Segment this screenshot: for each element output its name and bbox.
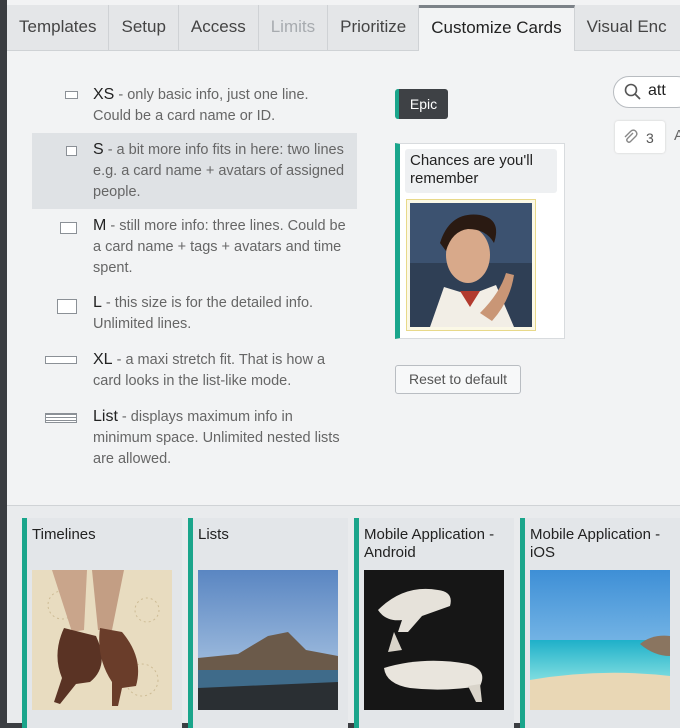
card-image — [32, 570, 172, 710]
card-image — [198, 570, 338, 710]
size-xl-icon — [45, 356, 77, 364]
size-xs-icon — [65, 91, 78, 99]
size-option-xl[interactable]: XL - a maxi stretch fit. That is how a c… — [32, 343, 357, 400]
board-card[interactable]: Mobile Application - Android — [354, 518, 514, 728]
size-code: M — [93, 217, 107, 234]
card-size-list: XS - only basic info, just one line. Cou… — [32, 78, 357, 476]
attachment-count-value: 3 — [646, 130, 654, 146]
tab-access[interactable]: Access — [179, 5, 259, 50]
size-list-icon — [45, 413, 77, 423]
preview-card[interactable]: Chances are you'll remember — [395, 143, 565, 339]
tab-prioritize[interactable]: Prioritize — [328, 5, 420, 50]
size-s-icon — [66, 146, 77, 156]
size-desc: - this size is for the detailed info. Un… — [93, 295, 314, 332]
tab-setup[interactable]: Setup — [109, 5, 179, 50]
card-title: Lists — [198, 526, 229, 543]
size-m-icon — [60, 222, 77, 234]
card-image — [364, 570, 504, 710]
card-title: Timelines — [32, 526, 96, 543]
preview-card-title: Chances are you'll remember — [405, 149, 557, 193]
size-desc: - a bit more info fits in here: two line… — [93, 142, 345, 200]
preview-card-image — [406, 199, 536, 331]
size-desc: - a maxi stretch fit. That is how a card… — [93, 352, 326, 389]
attachment-count[interactable]: 3 — [615, 121, 665, 153]
size-code: S — [93, 141, 104, 158]
size-option-l[interactable]: L - this size is for the detailed info. … — [32, 286, 357, 343]
size-option-s[interactable]: S - a bit more info fits in here: two li… — [32, 133, 357, 209]
left-sidebar-edge — [0, 0, 7, 723]
clipped-text: A — [674, 127, 680, 144]
epic-tag[interactable]: Epic — [395, 89, 448, 119]
size-code: XS — [93, 86, 115, 103]
size-desc: - still more info: three lines. Could be… — [93, 218, 346, 276]
card-title: Mobile Application - Android — [364, 526, 495, 561]
search-icon — [624, 83, 642, 106]
size-desc: - displays maximum info in minimum space… — [93, 409, 340, 467]
card-title: Mobile Application - iOS — [530, 526, 661, 561]
board-card[interactable]: Timelines — [22, 518, 182, 728]
paperclip-icon — [622, 128, 638, 148]
size-desc: - only basic info, just one line. Could … — [93, 87, 309, 124]
tab-templates[interactable]: Templates — [7, 5, 110, 50]
tab-customize-cards[interactable]: Customize Cards — [419, 5, 575, 51]
settings-tabs: Templates Setup Access Limits Prioritize… — [7, 5, 680, 51]
size-option-m[interactable]: M - still more info: three lines. Could … — [32, 209, 357, 286]
card-image — [530, 570, 670, 710]
size-code: L — [93, 294, 102, 311]
board-card[interactable]: Mobile Application - iOS — [520, 518, 680, 728]
tab-visual-encoding[interactable]: Visual Enc — [575, 5, 679, 50]
size-code: XL — [93, 351, 113, 368]
reset-to-default-button[interactable]: Reset to default — [395, 365, 521, 394]
board-card[interactable]: Lists — [188, 518, 348, 728]
size-option-xs[interactable]: XS - only basic info, just one line. Cou… — [32, 78, 357, 133]
search-input[interactable] — [648, 82, 680, 100]
tab-limits[interactable]: Limits — [259, 5, 329, 50]
size-code: List — [93, 408, 118, 425]
size-l-icon — [57, 299, 77, 314]
size-option-list[interactable]: List - displays maximum info in minimum … — [32, 400, 357, 476]
search-box[interactable] — [613, 76, 680, 108]
